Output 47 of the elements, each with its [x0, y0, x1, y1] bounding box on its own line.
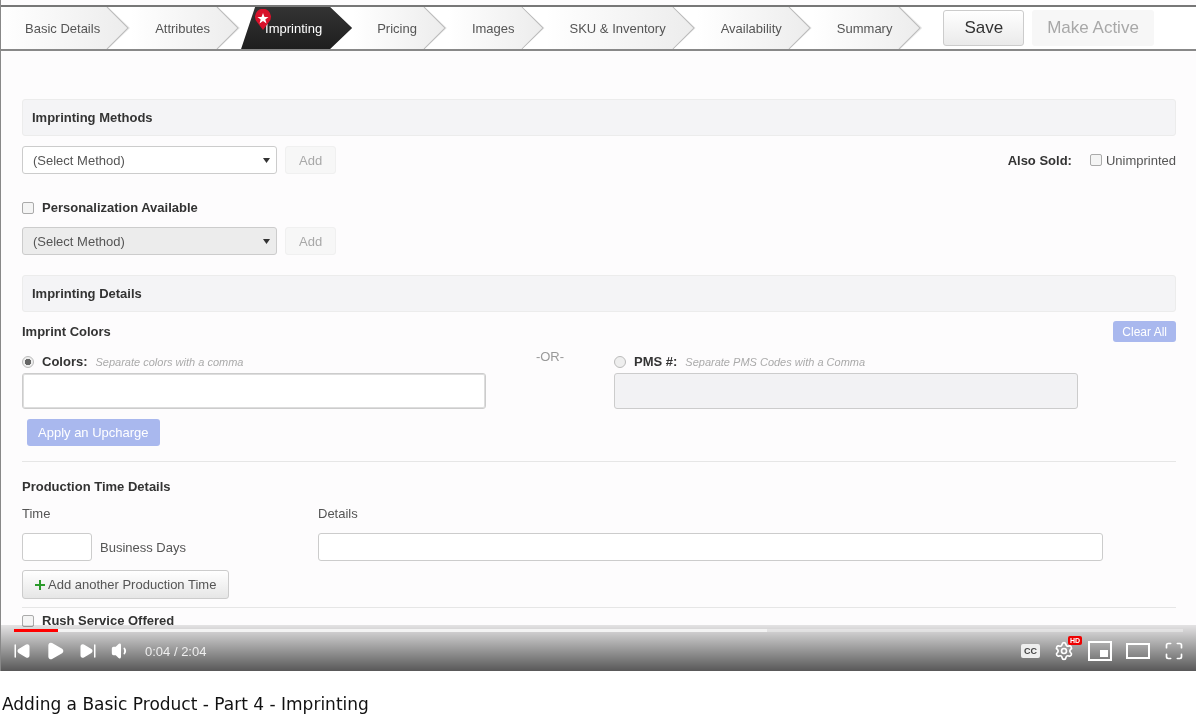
checkbox-label: Personalization Available — [42, 200, 198, 215]
checkbox[interactable] — [1089, 154, 1102, 166]
add-production-time-button[interactable]: Add another Production Time — [22, 570, 230, 599]
chevron-divider-icon — [898, 7, 923, 49]
details-input[interactable] — [318, 533, 1103, 561]
section-header: Imprinting Methods — [22, 99, 1176, 136]
method-select[interactable]: (Select Method) — [22, 146, 277, 174]
field-label: Time — [22, 506, 52, 521]
checkbox[interactable] — [22, 201, 34, 214]
chevron-divider-icon — [216, 7, 241, 49]
previous-icon[interactable] — [13, 642, 31, 660]
subsection-title: Production Time Details — [22, 479, 171, 494]
option-label: PMS #: — [634, 354, 678, 369]
captions-button[interactable]: CC — [1021, 644, 1040, 658]
option-hint: Separate colors with a comma — [95, 355, 244, 368]
plus-icon — [35, 579, 45, 590]
subsection-title: Imprint Colors — [22, 324, 111, 339]
field-label: Details — [318, 506, 359, 521]
text-input[interactable] — [614, 373, 1078, 409]
video-title: Adding a Basic Product - Part 4 - Imprinting — [1, 693, 370, 714]
text-input[interactable] — [22, 373, 486, 409]
fullscreen-icon[interactable] — [1164, 641, 1184, 661]
radio-button[interactable] — [614, 355, 626, 368]
play-icon[interactable] — [45, 641, 65, 661]
miniplayer-icon[interactable] — [1088, 641, 1112, 661]
checkbox-label: Unimprinted — [1105, 152, 1176, 168]
theater-mode-icon[interactable] — [1126, 643, 1150, 659]
time-display: 0:04 / 2:04 — [145, 643, 207, 659]
settings-icon[interactable] — [1054, 641, 1074, 661]
section-header: Imprinting Details — [22, 275, 1176, 312]
action-button[interactable]: Save — [943, 10, 1025, 46]
also-sold-label: Also Sold: — [1007, 152, 1072, 168]
unit-label: Business Days — [100, 539, 186, 555]
caret-icon — [263, 157, 270, 163]
chevron-divider-icon — [106, 7, 131, 49]
step-tab[interactable]: Imprinting — [241, 7, 353, 49]
radio-button[interactable] — [22, 355, 34, 368]
or-separator: -OR- — [535, 349, 565, 364]
days-input[interactable] — [22, 533, 92, 561]
progress-fill[interactable] — [14, 629, 59, 632]
checkbox-label: Rush Service Offered — [42, 613, 175, 628]
chevron-divider-icon — [422, 7, 447, 49]
caret-icon — [263, 238, 270, 244]
checkbox[interactable] — [22, 614, 34, 627]
option-label: Colors: — [42, 354, 88, 369]
option-hint: Separate PMS Codes with a Comma — [685, 355, 866, 368]
next-icon[interactable] — [79, 642, 97, 660]
